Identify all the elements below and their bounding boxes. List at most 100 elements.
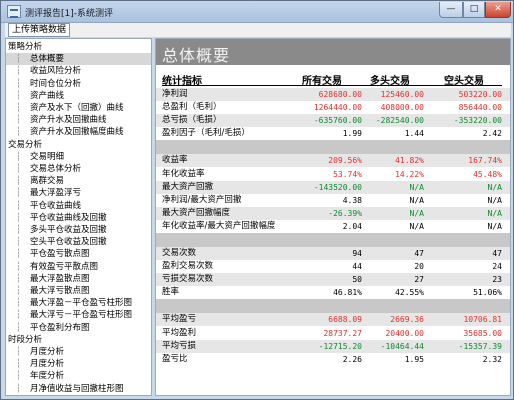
stat-label: 年化收益率/最大资产回撤幅度 xyxy=(162,220,276,231)
tree-connector-icon: ┆ xyxy=(16,127,22,138)
stat-value-long: 2669.36 xyxy=(390,315,424,325)
stat-row: 盈利因子（毛利/毛损） 1.99 1.44 2.42 xyxy=(156,127,510,140)
tree-item[interactable]: ┆ 有效盈亏平散点图 xyxy=(6,261,151,273)
stat-value-all: -143520.00 xyxy=(313,182,362,192)
stat-value-all: -635760.00 xyxy=(313,116,362,126)
tree-category[interactable]: 交易分析 xyxy=(6,139,151,151)
close-button[interactable]: ✕ xyxy=(485,2,511,18)
title-bar[interactable]: 测评报告[1]-系统测评 — □ ✕ xyxy=(1,1,513,23)
maximize-button[interactable]: □ xyxy=(463,2,485,18)
tree-item[interactable]: ┆ 月净值收益与回撤柱形图 xyxy=(6,383,151,395)
tree-category[interactable]: 时段分析 xyxy=(6,334,151,346)
tree-connector-icon: ┆ xyxy=(16,249,22,260)
tree-item[interactable]: ┆ 空头平仓收益及回撤 xyxy=(6,236,151,248)
tree-item[interactable]: ┆ 多头平仓收益及回撤 xyxy=(6,224,151,236)
tree-item[interactable]: ┆ 平仓盈利分布图 xyxy=(6,322,151,334)
tree-item[interactable]: ┆ 最大浮盈－平仓盈亏柱形图 xyxy=(6,297,151,309)
tree-item-label: 最大浮盈－平仓盈亏柱形图 xyxy=(30,298,133,309)
tree-item[interactable]: ┆ 年度分析 xyxy=(6,370,151,382)
tree-item[interactable]: ┆ 资产升水及回撤幅度曲线 xyxy=(6,126,151,138)
tree-connector-icon: ┆ xyxy=(16,115,22,126)
stat-value-long: 20 xyxy=(414,262,424,272)
stat-value-long: 408000.00 xyxy=(380,103,424,113)
tree-item-label: 交易分析 xyxy=(8,139,43,150)
tree-connector-icon: ┆ xyxy=(16,273,22,284)
tree-item[interactable]: ┆ 交易明细 xyxy=(6,151,151,163)
tree-item[interactable]: ┆ 平仓盈亏散点图 xyxy=(6,248,151,260)
stat-value-long: 125460.00 xyxy=(380,90,424,99)
stat-row: 胜率 46.81% 42.55% 51.06% xyxy=(156,286,510,299)
stat-row: 收益率 209.56% 41.82% 167.74% xyxy=(156,154,510,168)
tree-item[interactable]: ┆ 最大浮亏散点图 xyxy=(6,285,151,297)
tree-category[interactable]: 策略分析 xyxy=(6,41,151,53)
stat-value-all: 1264440.00 xyxy=(313,103,362,113)
tree-item[interactable]: ┆ 总体概要 xyxy=(6,53,151,66)
tree-item[interactable]: ┆ 最大浮盈浮亏 xyxy=(6,187,151,199)
tree-connector-icon: ┆ xyxy=(16,164,22,174)
tree-item[interactable]: ┆ 资产及水下（回撤）曲线 xyxy=(6,102,151,114)
stat-value-all: 94 xyxy=(352,249,362,258)
stat-value-all: -26.39% xyxy=(328,208,362,218)
report-banner: 总体概要 xyxy=(156,39,510,65)
stat-value-all: -12715.20 xyxy=(318,341,362,351)
tree-item[interactable]: ┆ 平仓收益曲线 xyxy=(6,200,151,212)
tree-item[interactable]: ┆ 最大浮盈散点图 xyxy=(6,273,151,285)
tree-item[interactable]: ┆ 交易总体分析 xyxy=(6,163,151,175)
tree-connector-icon: ┆ xyxy=(16,54,22,65)
tree-item[interactable]: ┆ 月度分析 xyxy=(6,358,151,370)
header-divider xyxy=(162,85,502,86)
tree-item[interactable]: ┆ 最大浮亏－平仓盈亏柱形图 xyxy=(6,309,151,321)
app-icon xyxy=(7,5,21,18)
tree-item[interactable]: ┆ 资产曲线 xyxy=(6,90,151,102)
stat-row: 净利润 628680.00 125460.00 503220.00 xyxy=(156,88,510,102)
tree-item[interactable]: ┆ 资产升水及回撤曲线 xyxy=(6,114,151,126)
stat-value-short: N/A xyxy=(487,208,502,218)
stat-value-short: 23 xyxy=(492,275,502,285)
report-panel: 总体概要 统计指标 所有交易 多头交易 空头交易 净利润 628680.00 125… xyxy=(155,38,511,396)
stat-value-all: 2.26 xyxy=(342,354,362,364)
stat-label: 总盈利（毛利） xyxy=(162,102,222,113)
tree-item-label: 策略分析 xyxy=(8,42,43,52)
tree-connector-icon: ┆ xyxy=(16,237,22,248)
stat-row: 净利润/最大资产回撤 4.38 N/A N/A xyxy=(156,194,510,207)
stat-value-short: 47 xyxy=(492,249,502,258)
stat-value-all: 28737.27 xyxy=(323,328,362,338)
tree-connector-icon: ┆ xyxy=(16,200,22,211)
tree-item[interactable]: ┆ 平仓收益曲线及回撤 xyxy=(6,212,151,224)
stat-label: 平均盈亏 xyxy=(162,314,197,325)
tree-connector-icon: ┆ xyxy=(16,66,22,77)
tree-item[interactable]: ┆ 收益风险分析 xyxy=(6,65,151,77)
stat-row: 盈利交易次数 44 20 24 xyxy=(156,260,510,273)
stat-row: 盈亏比 2.26 1.95 2.32 xyxy=(156,353,510,366)
stat-value-all: 4.38 xyxy=(342,195,362,205)
tree-connector-icon: ┆ xyxy=(16,261,22,272)
tree-item-label: 资产曲线 xyxy=(30,90,65,101)
stat-label: 收益率 xyxy=(162,155,188,166)
section-gap xyxy=(156,233,510,247)
stat-value-long: N/A xyxy=(409,208,424,218)
toolbar: 上传策略数据 xyxy=(5,23,511,37)
tree-connector-icon: ┆ xyxy=(16,298,22,309)
stat-value-short: 51.06% xyxy=(473,288,502,298)
tree-item[interactable]: ┆ 月度分析 xyxy=(6,346,151,358)
tree-item[interactable]: ┆ 时间仓位分析 xyxy=(6,78,151,90)
analysis-tree[interactable]: 策略分析 ┆ 总体概要 ┆ 收益风险分析 ┆ 时间仓位分析 ┆ 资产曲线 ┆ 资产及水下（回撤）曲线… xyxy=(5,38,152,396)
tree-connector-icon: ┆ xyxy=(16,347,22,357)
stat-value-short: -353220.00 xyxy=(453,116,502,126)
stat-value-all: 6688.09 xyxy=(328,315,362,325)
stat-value-all: 46.81% xyxy=(333,288,362,298)
stat-value-long: N/A xyxy=(409,182,424,192)
stat-value-long: 42.55% xyxy=(395,288,424,298)
report-title: 总体概要 xyxy=(162,46,231,65)
stat-value-long: 14.22% xyxy=(395,169,424,179)
stat-row: 最大资产回撤幅度 -26.39% N/A N/A xyxy=(156,206,510,220)
stat-value-all: 2.04 xyxy=(342,221,362,231)
upload-strategy-data-button[interactable]: 上传策略数据 xyxy=(8,23,71,37)
minimize-button[interactable]: — xyxy=(439,2,463,18)
tree-connector-icon: ┆ xyxy=(16,103,22,113)
stat-label: 净利润 xyxy=(162,89,188,99)
stat-label: 亏损交易次数 xyxy=(162,274,214,285)
tree-item[interactable]: ┆ 离群交易 xyxy=(6,175,151,187)
stat-value-short: N/A xyxy=(487,195,502,205)
tree-item-label: 月净值收益与回撤柱形图 xyxy=(30,383,124,394)
